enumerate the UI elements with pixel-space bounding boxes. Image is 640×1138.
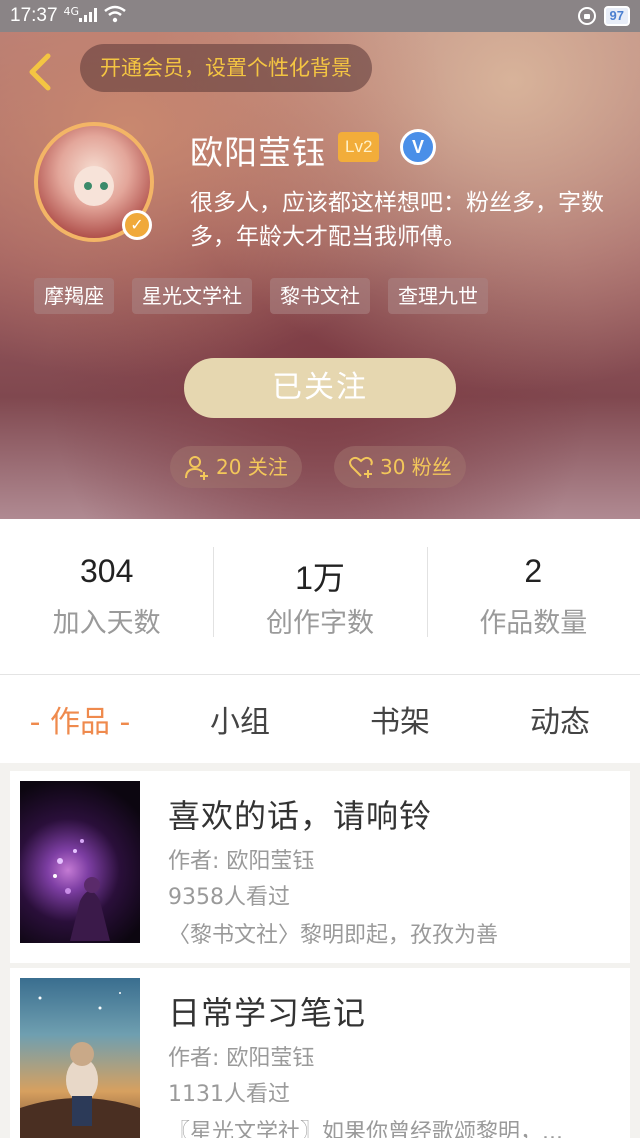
- stat-word-count: 1万 创作字数: [213, 547, 426, 640]
- level-badge: Lv2: [338, 132, 380, 162]
- tab-bar: - 作品 - 小组 书架 动态: [0, 675, 640, 763]
- user-name: 欧阳莹钰: [190, 133, 326, 172]
- vip-background-button[interactable]: 开通会员，设置个性化背景: [80, 44, 372, 92]
- avatar-face: [74, 166, 114, 206]
- fans-button[interactable]: 30 粉丝: [334, 446, 466, 488]
- following-count: 20 关注: [216, 455, 288, 479]
- following-button[interactable]: 20 关注: [170, 446, 302, 488]
- follow-button[interactable]: 已关注: [184, 358, 456, 418]
- work-title: 喜欢的话，请响铃: [168, 797, 433, 835]
- work-author: 作者: 欧阳莹钰: [168, 1046, 315, 1071]
- tag-item[interactable]: 星光文学社: [132, 278, 252, 314]
- status-bar: 17:37 4G 97: [0, 0, 640, 32]
- avatar-eye: [100, 182, 108, 190]
- tab-groups[interactable]: 小组: [160, 697, 320, 741]
- back-button[interactable]: [20, 52, 60, 92]
- work-title: 日常学习笔记: [168, 994, 367, 1032]
- vip-badge-icon: ✓: [122, 210, 152, 240]
- heart-plus-icon: [349, 456, 373, 478]
- work-views: 9358人看过: [168, 885, 290, 910]
- tag-item[interactable]: 摩羯座: [34, 278, 114, 314]
- stat-works-count: 2 作品数量: [426, 547, 640, 640]
- wifi-icon: [103, 5, 127, 28]
- stat-value: 1万: [295, 560, 345, 596]
- fans-count: 30 粉丝: [380, 455, 452, 479]
- stat-label: 作品数量: [479, 608, 588, 639]
- tag-list: 摩羯座 星光文学社 黎书文社 查理九世: [34, 278, 488, 314]
- work-card[interactable]: 日常学习笔记 作者: 欧阳莹钰 1131人看过 〖星光文学社〗如果你曾经歌颂黎明…: [10, 968, 630, 1138]
- rotation-lock-icon: [577, 7, 596, 25]
- verified-icon: V: [400, 129, 436, 165]
- tab-activity[interactable]: 动态: [480, 697, 640, 741]
- user-bio: 很多人，应该都这样想吧：粉丝多，字数多，年龄大才配当我师傅。: [190, 190, 604, 250]
- tag-item[interactable]: 查理九世: [388, 278, 488, 314]
- stat-label: 加入天数: [52, 608, 161, 639]
- user-add-icon: [185, 456, 208, 480]
- work-views: 1131人看过: [168, 1082, 290, 1107]
- tab-bookshelf[interactable]: 书架: [320, 697, 480, 741]
- works-list: 喜欢的话，请响铃 作者: 欧阳莹钰 9358人看过 〈黎书文社〉黎明即起，孜孜为…: [0, 763, 640, 1138]
- signal-icon: [79, 6, 98, 27]
- tag-item[interactable]: 黎书文社: [270, 278, 370, 314]
- avatar-eye: [84, 182, 92, 190]
- work-description: 〖星光文学社〗如果你曾经歌颂黎明，...: [168, 1120, 563, 1138]
- stat-label: 创作字数: [265, 608, 374, 639]
- book-cover: [20, 781, 140, 943]
- work-card[interactable]: 喜欢的话，请响铃 作者: 欧阳莹钰 9358人看过 〈黎书文社〉黎明即起，孜孜为…: [10, 771, 630, 963]
- book-cover: [20, 978, 140, 1138]
- profile-header: 开通会员，设置个性化背景 ✓ 欧阳莹钰 Lv2 V 很多人，应该都这样想吧：粉丝…: [0, 32, 640, 519]
- tab-works[interactable]: - 作品 -: [0, 697, 160, 741]
- status-time: 17:37: [10, 5, 58, 26]
- network-type: 4G: [63, 4, 80, 18]
- stat-value: 304: [79, 553, 134, 589]
- avatar[interactable]: ✓: [34, 122, 154, 242]
- stat-join-days: 304 加入天数: [0, 553, 213, 640]
- stat-value: 2: [524, 553, 543, 589]
- chevron-left-icon: [29, 53, 51, 91]
- stats-panel: 304 加入天数 1万 创作字数 2 作品数量: [0, 519, 640, 675]
- battery-indicator: 97: [603, 6, 630, 26]
- cover-art-icon: [20, 992, 140, 1138]
- cover-art-icon: [53, 839, 110, 941]
- work-description: 〈黎书文社〉黎明即起，孜孜为善: [168, 923, 499, 948]
- work-author: 作者: 欧阳莹钰: [168, 849, 315, 874]
